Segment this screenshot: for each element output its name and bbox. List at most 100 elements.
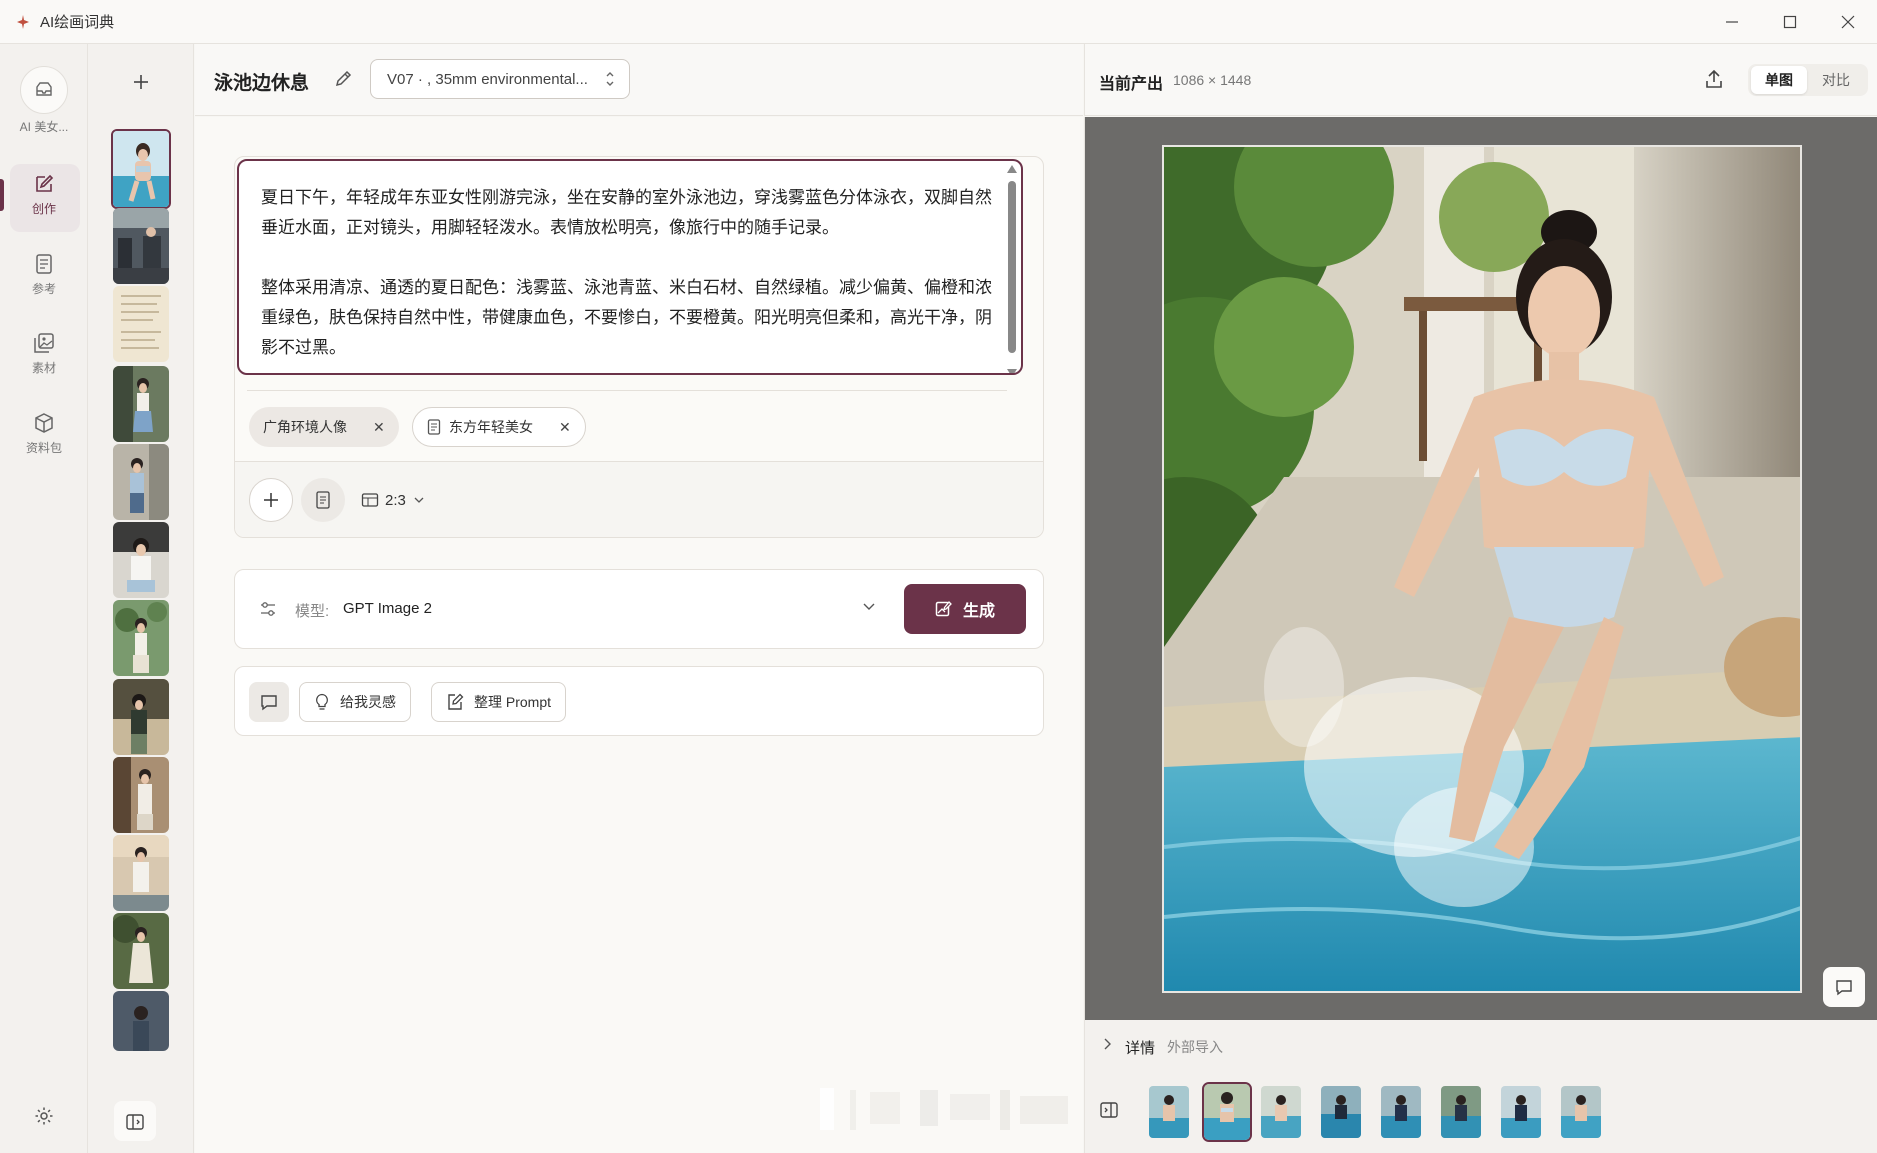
view-single-button[interactable]: 单图 — [1751, 66, 1807, 94]
rail-label-create: 创作 — [31, 202, 56, 216]
tag-chip[interactable]: 广角环境人像 ✕ — [249, 407, 399, 447]
images-icon — [32, 331, 56, 355]
panel-toggle-icon[interactable] — [1099, 1100, 1121, 1122]
chat-icon — [1836, 980, 1852, 996]
chat-button[interactable] — [249, 682, 289, 722]
remove-tag-icon[interactable]: ✕ — [559, 419, 571, 436]
gear-icon[interactable] — [34, 1106, 54, 1126]
filmstrip-item[interactable] — [1441, 1086, 1481, 1138]
divider — [247, 390, 1007, 391]
rail-item-package[interactable]: 资料包 — [0, 411, 88, 456]
thumbnail-item[interactable] — [113, 913, 169, 989]
prompt-textarea[interactable]: 夏日下午，年轻成年东亚女性刚游完泳，坐在安静的室外泳池边，穿浅雾蓝色分体泳衣，双… — [237, 159, 1023, 375]
reference-doc-button[interactable] — [301, 478, 345, 522]
prompt-scrollbar[interactable] — [1005, 165, 1019, 373]
rail-label-assets: 素材 — [31, 361, 56, 375]
export-icon[interactable] — [1703, 68, 1725, 90]
image-edit-icon — [935, 601, 952, 617]
plus-icon — [264, 493, 278, 507]
window-controls — [1703, 0, 1877, 44]
chevron-down-icon[interactable] — [863, 598, 875, 614]
filmstrip-item[interactable] — [1149, 1086, 1189, 1138]
generate-button[interactable]: 生成 — [904, 584, 1026, 634]
inspire-button[interactable]: 给我灵感 — [299, 682, 411, 722]
thumbnail-item[interactable] — [113, 208, 169, 284]
prompt-paragraph: 整体采用清凉、通透的夏日配色：浅雾蓝、泳池青蓝、米白石材、自然绿植。减少偏黄、偏… — [261, 278, 992, 357]
chevron-right-icon[interactable] — [1103, 1037, 1111, 1053]
thumbnail-item[interactable] — [111, 129, 171, 209]
close-icon[interactable] — [1819, 0, 1877, 44]
filmstrip — [1084, 1072, 1877, 1153]
chat-icon — [261, 695, 277, 711]
view-compare-button[interactable]: 对比 — [1807, 70, 1865, 90]
tidy-prompt-label: 整理 Prompt — [474, 694, 552, 710]
remove-tag-icon[interactable]: ✕ — [373, 419, 385, 436]
scroll-up-icon[interactable] — [1007, 165, 1017, 173]
loading-placeholder — [810, 1084, 1070, 1132]
app-logo-icon — [14, 13, 32, 31]
output-canvas — [1084, 117, 1877, 1020]
thumbnail-item[interactable] — [113, 600, 169, 676]
aspect-ratio-select[interactable]: 2:3 — [361, 486, 424, 514]
details-bar[interactable]: 详情 外部导入 — [1084, 1020, 1877, 1072]
details-label: 详情 — [1125, 1040, 1156, 1057]
thumbnail-item[interactable] — [113, 835, 169, 911]
edit-document-icon — [448, 693, 464, 710]
minimize-icon[interactable] — [1703, 0, 1761, 44]
pencil-icon[interactable] — [333, 69, 353, 89]
prompt-card: 夏日下午，年轻成年东亚女性刚游完泳，坐在安静的室外泳池边，穿浅雾蓝色分体泳衣，双… — [234, 156, 1044, 538]
aspect-ratio-icon — [361, 493, 379, 507]
thumbnail-item[interactable] — [113, 991, 169, 1051]
filmstrip-item[interactable] — [1501, 1086, 1541, 1138]
filmstrip-item[interactable] — [1561, 1086, 1601, 1138]
thumbnail-item[interactable] — [113, 444, 169, 520]
chevron-down-icon — [414, 494, 424, 506]
thumbnail-item[interactable] — [113, 679, 169, 755]
prompt-paragraph: 夏日下午，年轻成年东亚女性刚游完泳，坐在安静的室外泳池边，穿浅雾蓝色分体泳衣，双… — [261, 188, 992, 237]
filmstrip-item[interactable] — [1202, 1082, 1252, 1142]
model-card: 模型: GPT Image 2 生成 — [234, 569, 1044, 649]
document-title: 泳池边休息 — [214, 73, 310, 94]
rail-item-assets[interactable]: 素材 — [0, 331, 88, 376]
output-title: 当前产出 — [1099, 76, 1164, 93]
sliders-icon — [259, 600, 277, 618]
left-rail: AI 美女... 创作 参考 素材 资料包 — [0, 44, 88, 1153]
add-button[interactable] — [249, 478, 293, 522]
model-select-value[interactable]: GPT Image 2 — [343, 600, 432, 617]
scroll-down-icon[interactable] — [1007, 369, 1017, 373]
version-select[interactable]: V07 · , 35mm environmental... — [370, 59, 630, 99]
rail-label-reference: 参考 — [31, 282, 56, 296]
rail-item-create[interactable]: 创作 — [0, 164, 88, 232]
rail-item-reference[interactable]: 参考 — [0, 252, 88, 297]
filmstrip-item[interactable] — [1381, 1086, 1421, 1138]
model-label: 模型: — [295, 603, 330, 620]
thumbnail-item[interactable] — [113, 757, 169, 833]
maximize-icon[interactable] — [1761, 0, 1819, 44]
history-thumbnails — [88, 44, 194, 1153]
edit-icon — [32, 172, 56, 196]
view-mode-toggle: 单图 对比 — [1748, 64, 1868, 96]
sidebar-toggle-icon[interactable] — [125, 1112, 145, 1132]
tidy-prompt-button[interactable]: 整理 Prompt — [431, 682, 567, 722]
rail-item-workspace[interactable]: AI 美女... — [0, 66, 88, 135]
updown-chevron-icon — [605, 70, 615, 89]
folder-icon — [20, 66, 68, 114]
thumbnail-item[interactable] — [113, 286, 169, 362]
generated-image[interactable] — [1162, 145, 1802, 993]
lightbulb-icon — [316, 693, 328, 710]
prompt-footer: 2:3 — [235, 461, 1043, 537]
output-size: 1086 × 1448 — [1173, 72, 1252, 88]
comment-button[interactable] — [1823, 967, 1865, 1007]
thumbnail-item[interactable] — [113, 366, 169, 442]
tag-chip[interactable]: 东方年轻美女 ✕ — [412, 407, 586, 447]
scrollbar-thumb[interactable] — [1008, 181, 1016, 353]
document-icon — [32, 252, 56, 276]
filmstrip-item[interactable] — [1261, 1086, 1301, 1138]
new-item-button[interactable] — [123, 64, 159, 100]
generate-label: 生成 — [962, 603, 995, 620]
filmstrip-item[interactable] — [1321, 1086, 1361, 1138]
thumbnail-item[interactable] — [113, 522, 169, 598]
details-source: 外部导入 — [1167, 1039, 1223, 1055]
rail-label-workspace: AI 美女... — [19, 120, 69, 134]
tag-label: 广角环境人像 — [263, 419, 347, 435]
